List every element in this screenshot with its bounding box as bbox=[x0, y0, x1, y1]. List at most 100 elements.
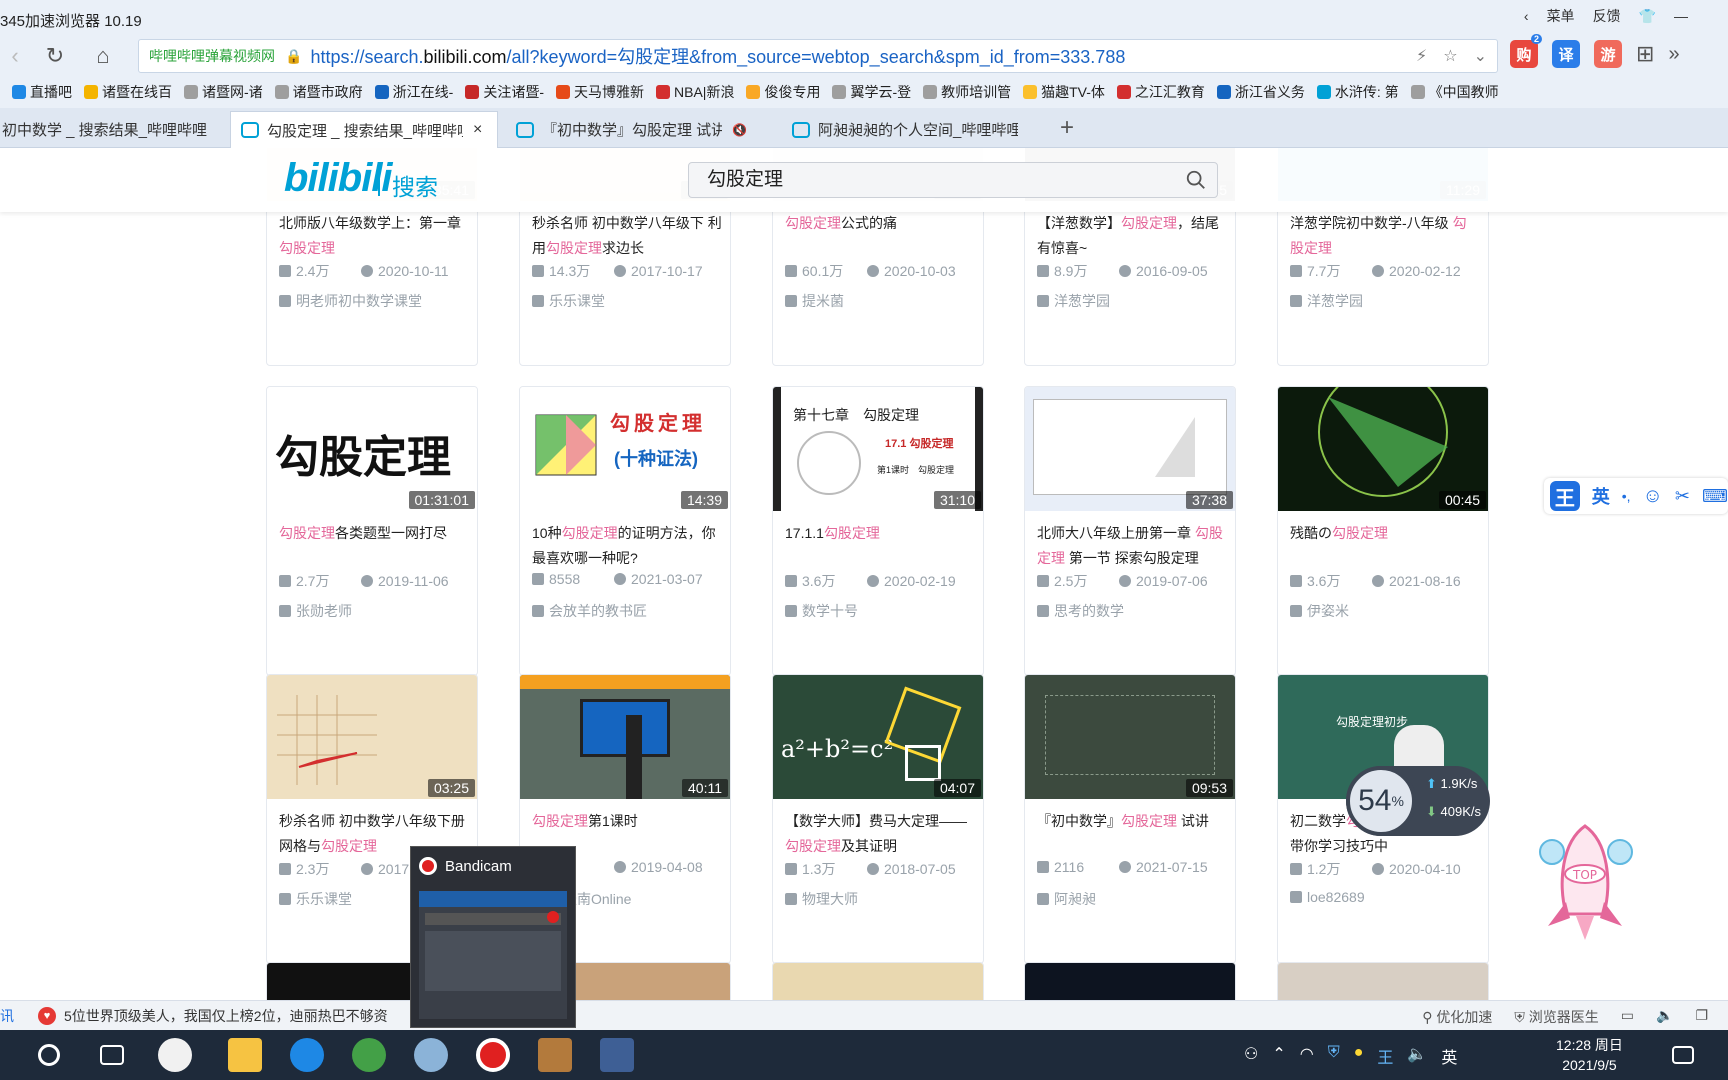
new-tab-button[interactable]: + bbox=[1060, 114, 1074, 142]
video-thumbnail[interactable]: 00:45 bbox=[1278, 387, 1488, 511]
video-thumbnail[interactable] bbox=[1025, 963, 1235, 1000]
more-icon[interactable]: » bbox=[1668, 43, 1679, 66]
video-thumbnail[interactable]: 40:11 bbox=[520, 675, 730, 799]
ime-tool-icon[interactable]: ✂ bbox=[1675, 486, 1690, 507]
uploader-name[interactable]: 数学十号 bbox=[785, 601, 858, 621]
url-bar[interactable]: 哔哩哔哩弹幕视频网 🔒 https://search.bilibili.com/… bbox=[138, 39, 1498, 73]
app-window-icon[interactable] bbox=[600, 1038, 634, 1072]
back-to-top-rocket-icon[interactable]: TOP bbox=[1530, 822, 1640, 942]
video-card[interactable]: 第十七章 勾股定理 17.1 勾股定理 第1课时 勾股定理 31:10 17.1.1勾股… bbox=[772, 386, 984, 676]
video-title[interactable]: 17.1.1勾股定理 bbox=[785, 521, 975, 571]
menu-button[interactable]: 菜单 bbox=[1547, 6, 1575, 26]
video-card[interactable] bbox=[772, 962, 984, 1000]
uploader-name[interactable]: 乐乐课堂 bbox=[279, 889, 352, 909]
app-tray-icon[interactable]: ● bbox=[1354, 1044, 1364, 1068]
tab-junior-math-video[interactable]: 『初中数学』勾股定理 试讲 🔇 bbox=[506, 111, 774, 148]
speaker-icon[interactable]: 🔈 bbox=[1407, 1044, 1427, 1068]
bilibili-logo[interactable]: bilibili bbox=[284, 156, 393, 201]
bookmark-item[interactable]: 猫趣TV-体 bbox=[1023, 82, 1105, 102]
bookmark-item[interactable]: 关注诸暨- bbox=[465, 82, 544, 102]
video-title[interactable]: 北师版八年级数学上：第一章 勾股定理 bbox=[279, 211, 469, 261]
uploader-name[interactable]: 阿昶昶 bbox=[1037, 889, 1096, 909]
task-view-icon[interactable] bbox=[100, 1045, 124, 1065]
uploader-name[interactable]: 提米菌 bbox=[785, 291, 844, 311]
chevron-left-icon[interactable]: ‹ bbox=[1524, 8, 1529, 24]
shield-icon[interactable]: ⛨ bbox=[1328, 1044, 1340, 1068]
browser-345-icon[interactable] bbox=[352, 1038, 386, 1072]
video-card[interactable]: 09:53 『初中数学』勾股定理 试讲 2116 2021-07-15 阿昶昶 bbox=[1024, 674, 1236, 964]
file-explorer-icon[interactable] bbox=[228, 1038, 262, 1072]
uploader-name[interactable]: 思考的数学 bbox=[1037, 601, 1124, 621]
tab-pythagoras-search[interactable]: 勾股定理 _ 搜索结果_哔哩哔哩 × bbox=[230, 111, 498, 148]
chevron-up-icon[interactable]: ⌃ bbox=[1272, 1044, 1285, 1068]
video-title[interactable]: 勾股定理各类题型一网打尽 bbox=[279, 521, 469, 571]
ime-punctuation-icon[interactable]: •, bbox=[1622, 488, 1631, 504]
bandicam-window-thumbnail[interactable] bbox=[419, 891, 567, 1019]
video-card[interactable]: 勾股定理 (十种证法) 14:39 10种勾股定理的证明方法，你最喜欢哪一种呢? 855… bbox=[519, 386, 731, 676]
video-card[interactable]: a²+b²=c² 04:07 【数学大师】费马大定理——勾股定理及其证明 1.3万 20… bbox=[772, 674, 984, 964]
uploader-name[interactable]: 乐乐课堂 bbox=[532, 291, 605, 311]
video-title[interactable]: 『初中数学』勾股定理 试讲 bbox=[1037, 809, 1227, 859]
back-icon[interactable]: ‹ bbox=[0, 41, 30, 71]
bandicam-taskbar-icon[interactable] bbox=[476, 1038, 510, 1072]
bookmark-item[interactable]: 诸暨在线百 bbox=[84, 82, 172, 102]
restore-icon[interactable]: ❐ bbox=[1695, 1007, 1708, 1027]
close-tab-icon[interactable]: × bbox=[473, 121, 482, 139]
uploader-name[interactable]: 洋葱学园 bbox=[1290, 291, 1363, 311]
tab-user-space[interactable]: 阿昶昶昶的个人空间_哔哩哔哩 bbox=[782, 111, 1050, 148]
archive-app-icon[interactable] bbox=[538, 1038, 572, 1072]
bookmark-item[interactable]: 俊俊专用 bbox=[746, 82, 820, 102]
star-icon[interactable]: ☆ bbox=[1443, 46, 1457, 66]
browser-doctor-button[interactable]: ⛨ 浏览器医生 bbox=[1514, 1007, 1598, 1027]
shopping-app-icon[interactable]: 购2 bbox=[1510, 34, 1542, 68]
search-icon[interactable] bbox=[1185, 169, 1207, 191]
ime-toolbar[interactable]: 王 英 •, ☺ ✂ ⌨ bbox=[1544, 478, 1728, 514]
lightning-icon[interactable]: ⚡ bbox=[1416, 46, 1427, 66]
notification-icon[interactable] bbox=[1672, 1046, 1694, 1064]
video-title[interactable]: 洋葱学院初中数学-八年级 勾股定理 bbox=[1290, 211, 1480, 261]
game-app-icon[interactable]: 游 bbox=[1594, 40, 1622, 68]
video-card[interactable]: 37:38 北师大八年级上册第一章 勾股定理 第一节 探索勾股定理 2.5万 2019… bbox=[1024, 386, 1236, 676]
video-thumbnail[interactable]: 第十七章 勾股定理 17.1 勾股定理 第1课时 勾股定理 31:10 bbox=[773, 387, 983, 511]
ime-emoji-icon[interactable]: ☺ bbox=[1643, 485, 1663, 508]
video-title[interactable]: 北师大八年级上册第一章 勾股定理 第一节 探索勾股定理 bbox=[1037, 521, 1227, 571]
video-title[interactable]: 【数学大师】费马大定理——勾股定理及其证明 bbox=[785, 809, 975, 859]
bookmark-item[interactable]: 水浒传: 第 bbox=[1316, 82, 1399, 102]
chevron-down-icon[interactable]: ⌄ bbox=[1474, 46, 1487, 66]
ime-keyboard-icon[interactable]: ⌨ bbox=[1702, 486, 1728, 507]
bookmark-item[interactable]: 之江汇教育 bbox=[1116, 82, 1205, 102]
video-card[interactable]: 勾股定理 01:31:01 勾股定理各类题型一网打尽 2.7万 2019-11-06 张勋… bbox=[266, 386, 478, 676]
search-input[interactable]: 勾股定理 bbox=[688, 162, 1218, 198]
search-circle-icon[interactable] bbox=[38, 1044, 60, 1066]
translate-app-icon[interactable]: 译 bbox=[1552, 40, 1580, 68]
volume-icon[interactable]: 🔈 bbox=[1656, 1007, 1673, 1027]
ime-lang-toggle[interactable]: 英 bbox=[1592, 483, 1610, 509]
uploader-name[interactable]: 张勋老师 bbox=[279, 601, 352, 621]
optimize-accel-button[interactable]: ⚲ 优化加速 bbox=[1422, 1007, 1492, 1027]
ime-tray-icon[interactable]: 王 bbox=[1377, 1044, 1393, 1068]
video-thumbnail[interactable] bbox=[1278, 963, 1488, 1000]
video-card[interactable] bbox=[1277, 962, 1489, 1000]
video-thumbnail[interactable]: 09:53 bbox=[1025, 675, 1235, 799]
video-title[interactable]: 10种勾股定理的证明方法，你最喜欢哪一种呢? bbox=[532, 521, 722, 571]
video-thumbnail[interactable]: 37:38 bbox=[1025, 387, 1235, 511]
tab-junior-math-search[interactable]: 初中数学 _ 搜索结果_哔哩哔哩 bbox=[0, 111, 222, 148]
ime-logo-icon[interactable]: 王 bbox=[1550, 481, 1580, 511]
wifi-icon[interactable]: ◠ bbox=[1300, 1044, 1314, 1068]
bookmark-item[interactable]: 天马博雅新 bbox=[556, 82, 644, 102]
video-thumbnail[interactable]: a²+b²=c² 04:07 bbox=[773, 675, 983, 799]
system-clock[interactable]: 12:28 周日 2021/9/5 bbox=[1556, 1035, 1623, 1075]
bookmark-item[interactable]: NBA|新浪 bbox=[656, 82, 734, 102]
bookmark-item[interactable]: 诸暨市政府 bbox=[274, 82, 363, 102]
grid-icon[interactable]: ⊞ bbox=[1636, 41, 1654, 67]
feedback-button[interactable]: 反馈 bbox=[1593, 6, 1621, 26]
bookmark-item[interactable]: 诸暨网-诸 bbox=[184, 82, 263, 102]
bookmark-item[interactable]: 直播吧 bbox=[12, 82, 72, 102]
shirt-icon[interactable]: 👕 bbox=[1639, 8, 1656, 25]
bookmark-item[interactable]: 翼学云-登 bbox=[832, 82, 911, 102]
uploader-name[interactable]: 明老师初中数学课堂 bbox=[279, 291, 422, 311]
paint-app-icon[interactable] bbox=[414, 1038, 448, 1072]
bookmark-item[interactable]: 教师培训管 bbox=[923, 82, 1011, 102]
video-title[interactable]: 【洋葱数学】勾股定理，结尾有惊喜~ bbox=[1037, 211, 1227, 261]
video-card[interactable] bbox=[1024, 962, 1236, 1000]
